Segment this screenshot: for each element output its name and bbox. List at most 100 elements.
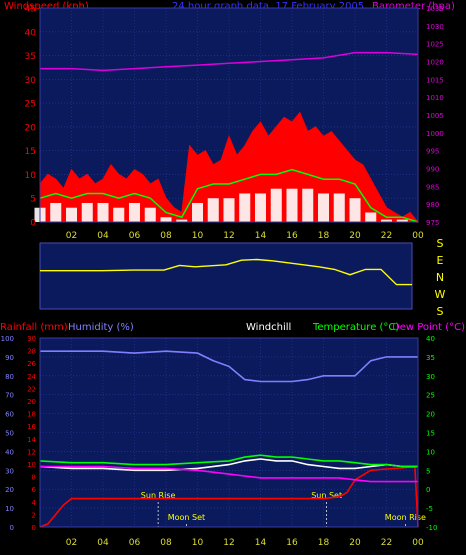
wind-speed-bar [128,202,141,222]
barometer-tick-label: 985 [426,183,439,191]
humidity-tick-label: 60 [5,411,14,419]
temperature-humidity-panel: Sun RiseMoon SetSun SetMoon Rise 0102030… [1,335,438,548]
wind-x-tick-label: 12 [223,231,234,241]
barometer-tick-label: 1005 [426,112,444,120]
temperature-tick-label: 25 [426,392,435,400]
temp-x-tick-label: 10 [192,538,204,548]
temp-x-tick-label: 06 [129,538,141,548]
rainfall-tick-label: 0 [32,524,36,532]
weather-graph: Windspeed (kph) 24 hour graph data, 17 F… [0,0,466,555]
humidity-tick-label: 0 [10,524,14,532]
rainfall-tick-label: 26 [27,360,36,368]
wind-speed-bar [65,207,78,222]
temperature-tick-label: -5 [426,505,433,513]
temp-x-tick-label: 02 [66,538,77,548]
barometer-tick-label: 1035 [426,5,444,13]
rainfall-tick-label: 4 [32,499,37,507]
wind-speed-bar [270,188,282,222]
humidity-tick-label: 50 [5,430,14,438]
humidity-tick-label: 100 [1,335,14,343]
wind-speed-bar [286,188,298,222]
dewpoint-axis-title: Dew Point (°C) [392,322,465,333]
rainfall-tick-label: 28 [27,348,36,356]
barometer-tick-label: 990 [426,166,439,174]
temp-x-tick-label: 12 [223,538,234,548]
wind-speed-bar [302,188,314,222]
wind-speed-bar [254,193,267,222]
rainfall-tick-label: 24 [27,373,36,381]
rainfall-tick-label: 8 [32,474,36,482]
temperature-tick-label: 15 [426,430,435,438]
compass-label: S [437,305,444,318]
wind-x-tick-label: 14 [255,231,267,241]
wind-speed-bar [81,202,93,222]
wind-speed-bar [223,198,235,222]
wind-speed-bar [365,212,377,222]
wind-direction-panel: SENWS [39,237,446,318]
wind-x-tick-label: 08 [160,231,172,241]
windspeed-tick-label: 5 [30,195,36,205]
windspeed-tick-label: 10 [25,171,37,181]
wind-speed-bar [349,198,361,222]
barometer-tick-label: 1015 [426,76,444,84]
rainfall-tick-label: 18 [27,411,36,419]
humidity-tick-label: 10 [5,505,14,513]
wind-direction-plot-area [39,242,413,310]
temp-x-tick-label: 22 [381,538,392,548]
wind-speed-bar [50,202,62,222]
rainfall-tick-label: 12 [27,448,36,456]
wind-x-tick-label: 04 [97,231,109,241]
temperature-tick-label: 10 [426,448,435,456]
rainfall-tick-label: 16 [27,423,36,431]
temp-x-tick-label: 14 [255,538,267,548]
rainfall-tick-label: 14 [27,436,36,444]
temp-x-tick-label: 00 [412,538,424,548]
rainfall-tick-label: 20 [27,398,36,406]
wind-x-tick-label: 00 [412,231,424,241]
windspeed-tick-label: 15 [25,147,36,157]
barometer-tick-label: 975 [426,219,439,227]
compass-label: S [437,237,444,250]
wind-speed-bar [144,207,156,222]
temp-x-tick-label: 20 [349,538,361,548]
windchill-legend-label: Windchill [246,322,291,333]
wind-speed-bar [239,193,251,222]
barometer-tick-label: 1010 [426,94,444,102]
wind-speed-bar [97,202,109,222]
humidity-tick-label: 70 [5,392,14,400]
windspeed-tick-label: 25 [25,100,36,110]
rainfall-tick-label: 22 [27,385,36,393]
temperature-tick-label: 20 [426,411,435,419]
wind-speed-bar [160,217,172,222]
humidity-tick-label: 20 [5,486,14,494]
wind-speed-bar [207,198,219,222]
temperature-tick-label: 5 [426,467,430,475]
barometer-tick-label: 980 [426,201,439,209]
wind-speed-bar [317,193,330,222]
windspeed-tick-label: 30 [25,76,37,86]
humidity-tick-label: 80 [5,373,14,381]
temp-x-tick-label: 04 [97,538,109,548]
wind-speed-bar [333,193,345,222]
windspeed-tick-label: 40 [25,28,37,38]
temperature-axis-title: Temperature (°C) [312,322,399,333]
compass-label: W [435,288,446,301]
wind-x-tick-label: 06 [129,231,141,241]
temp-x-tick-label: 08 [160,538,172,548]
wind-x-tick-label: 16 [286,231,298,241]
barometer-tick-label: 1030 [426,23,444,31]
barometer-tick-label: 995 [426,148,439,156]
humidity-axis-title: Humidity (%) [68,322,134,333]
temperature-tick-label: 35 [426,354,435,362]
temperature-tick-label: 0 [426,486,430,494]
compass-label: N [436,271,444,284]
rainfall-tick-label: 6 [32,486,37,494]
astro-event-label: Moon Set [168,513,205,522]
rainfall-tick-label: 2 [32,511,36,519]
rainfall-tick-label: 10 [27,461,36,469]
humidity-tick-label: 40 [5,448,14,456]
wind-x-tick-label: 22 [381,231,392,241]
barometer-tick-label: 1020 [426,59,444,67]
temperature-tick-label: 40 [426,335,435,343]
temp-x-tick-label: 18 [318,538,330,548]
